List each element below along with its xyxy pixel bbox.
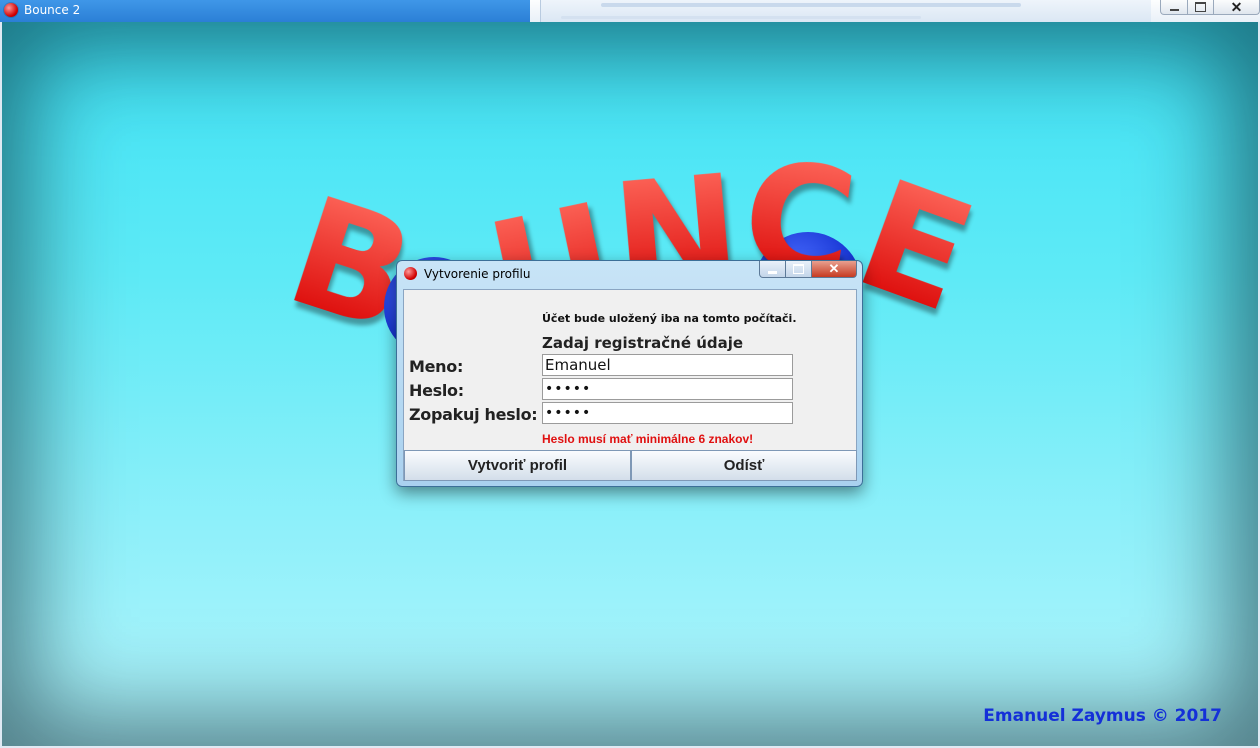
window-caption-buttons: ✕ [1160,0,1260,18]
dialog-body: Účet bude uložený iba na tomto počítači.… [403,289,857,481]
dialog-caption-buttons: ✕ [759,261,857,278]
logo-letter-e: E [837,147,994,347]
background-window-ghost [540,0,1151,22]
password-label: Heslo: [409,381,464,400]
dialog-close-button[interactable]: ✕ [812,261,857,278]
close-button[interactable]: ✕ [1214,0,1260,15]
repeat-password-input[interactable] [542,402,793,424]
minimize-icon [1169,9,1179,11]
maximize-icon [1195,2,1206,12]
close-icon: ✕ [828,261,840,276]
app-ball-icon [4,3,18,17]
name-label: Meno: [409,357,464,376]
minimize-icon [768,270,777,274]
maximize-icon [793,264,804,274]
create-profile-dialog: Vytvorenie profilu ✕ Účet bude uložený i… [396,260,863,487]
dialog-minimize-button[interactable] [759,261,786,278]
dialog-title: Vytvorenie profilu [424,267,531,281]
close-icon: ✕ [1230,0,1243,15]
quit-button[interactable]: Odísť [631,450,857,481]
password-input[interactable] [542,378,793,400]
main-titlebar: Bounce 2 ✕ [0,0,1260,22]
maximize-button[interactable] [1188,0,1214,15]
author-credit: Emanuel Zaymus © 2017 [983,706,1222,726]
dialog-titlebar[interactable]: Vytvorenie profilu ✕ [397,261,862,287]
password-error-message: Heslo musí mať minimálne 6 znakov! [542,432,754,446]
form-heading: Zadaj registračné údaje [542,334,744,352]
repeat-password-label: Zopakuj heslo: [409,405,538,424]
minimize-button[interactable] [1160,0,1188,15]
window-title: Bounce 2 [24,3,81,17]
create-profile-button[interactable]: Vytvoriť profil [404,450,631,481]
name-input[interactable] [542,354,793,376]
dialog-ball-icon [404,267,417,280]
dialog-maximize-button[interactable] [786,261,812,278]
local-account-notice: Účet bude uložený iba na tomto počítači. [542,312,797,325]
